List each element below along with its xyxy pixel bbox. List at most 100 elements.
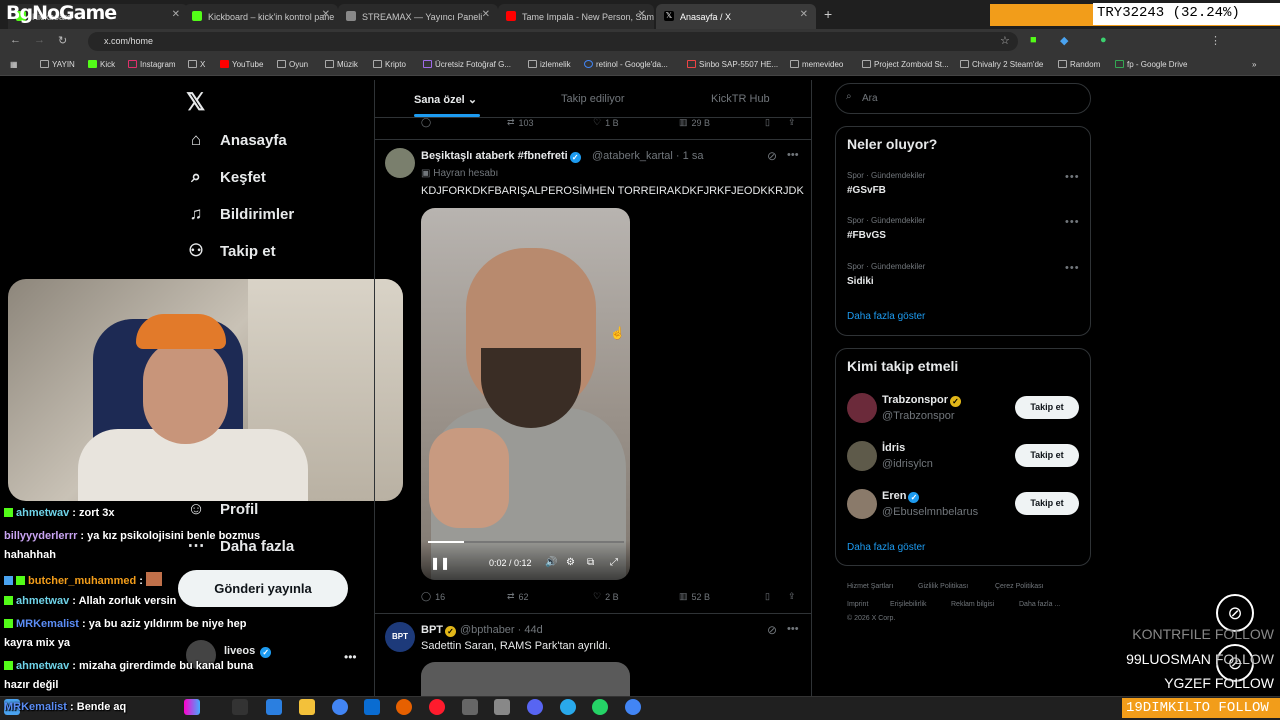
- bookmark-retinol[interactable]: retinol - Google'da...: [584, 60, 668, 69]
- trend-item[interactable]: Sidiki: [847, 276, 874, 287]
- like-button[interactable]: ♡ 2 B: [593, 591, 623, 602]
- footer-link[interactable]: Hizmet Şartları: [847, 583, 893, 590]
- bookmark-random[interactable]: Random: [1058, 60, 1100, 69]
- trend-item[interactable]: #GSvFB: [847, 185, 886, 196]
- task-view-icon[interactable]: [232, 699, 248, 715]
- more-icon[interactable]: •••: [787, 623, 799, 635]
- footer-link[interactable]: Gizlilik Politikası: [918, 583, 968, 590]
- footer-link[interactable]: Reklam bilgisi: [951, 601, 994, 608]
- mail-icon[interactable]: [364, 699, 380, 715]
- bookmark-x[interactable]: X: [188, 60, 205, 69]
- tab-for-you[interactable]: Sana özel ⌄: [414, 93, 477, 106]
- footer-link[interactable]: Erişilebilirlik: [890, 601, 927, 608]
- bookmark-yayin[interactable]: YAYIN: [40, 60, 75, 69]
- avatar[interactable]: [847, 441, 877, 471]
- footer-link[interactable]: Imprint: [847, 601, 868, 608]
- more-icon[interactable]: •••: [1065, 171, 1080, 183]
- bookmark-star-icon[interactable]: ☆: [1000, 34, 1010, 47]
- bookmark-icon[interactable]: ▯: [765, 591, 774, 602]
- more-icon[interactable]: •••: [344, 650, 357, 664]
- search-input[interactable]: ⌕ Ara: [835, 83, 1091, 114]
- tab-x-home[interactable]: 𝕏 Anasayfa / X ✕: [656, 4, 816, 29]
- avatar[interactable]: BPT: [385, 622, 415, 652]
- whatsapp-icon[interactable]: [592, 699, 608, 715]
- repost-button[interactable]: ⇄ 62: [507, 591, 533, 602]
- opera-icon[interactable]: [429, 699, 445, 715]
- copilot-icon[interactable]: [184, 699, 200, 715]
- show-more-link[interactable]: Daha fazla göster: [847, 542, 925, 553]
- tweet-handle[interactable]: @ataberk_kartal · 1 sa: [592, 150, 703, 162]
- menu-icon[interactable]: ⋮: [1210, 34, 1221, 47]
- app-icon[interactable]: [462, 699, 478, 715]
- bookmark-youtube[interactable]: YouTube: [220, 60, 263, 69]
- extension-icon[interactable]: ◆: [1060, 34, 1068, 47]
- more-bookmarks-icon[interactable]: »: [1252, 60, 1256, 69]
- bookmark-chivalry[interactable]: Chivalry 2 Steam'de: [960, 60, 1043, 69]
- grok-icon[interactable]: ⊘: [767, 149, 777, 163]
- close-icon[interactable]: ✕: [322, 9, 330, 20]
- avatar[interactable]: [847, 489, 877, 519]
- grok-icon[interactable]: ⊘: [767, 623, 777, 637]
- tab-following[interactable]: Takip ediliyor: [561, 93, 625, 105]
- suggest-name[interactable]: Eren ✓: [882, 490, 920, 503]
- app-icon[interactable]: [266, 699, 282, 715]
- bookmark-izlemelik[interactable]: izlemelik: [528, 60, 571, 69]
- share-icon[interactable]: ⇪: [788, 117, 800, 128]
- footer-link[interactable]: Daha fazla ...: [1019, 601, 1060, 608]
- obs-icon[interactable]: [494, 699, 510, 715]
- nav-notifications[interactable]: ♫ Bildirimler: [186, 204, 295, 224]
- discord-icon[interactable]: [527, 699, 543, 715]
- url-field[interactable]: x.com/home: [88, 32, 1018, 51]
- volume-icon[interactable]: 🔊: [545, 557, 557, 568]
- repost-button[interactable]: ⇄ 103: [507, 117, 538, 128]
- firefox-icon[interactable]: [396, 699, 412, 715]
- back-icon[interactable]: ←: [10, 34, 21, 46]
- bookmark-fotograf[interactable]: Ücretsiz Fotoğraf G...: [423, 60, 511, 69]
- bookmark-oyun[interactable]: Oyun: [277, 60, 308, 69]
- pause-icon[interactable]: ❚❚: [430, 556, 450, 570]
- bookmark-muzik[interactable]: Müzik: [325, 60, 358, 69]
- extension-icon[interactable]: ■: [1030, 34, 1037, 46]
- nav-follow[interactable]: ⚇ Takip et: [186, 241, 275, 261]
- post-button[interactable]: Gönderi yayınla: [178, 570, 348, 607]
- more-icon[interactable]: •••: [787, 149, 799, 161]
- extension-icon[interactable]: ●: [1100, 34, 1107, 46]
- nav-explore[interactable]: ⌕ Keşfet: [186, 167, 266, 187]
- like-button[interactable]: ♡ 1 B: [593, 117, 623, 128]
- bookmark-memevideo[interactable]: memevideo: [790, 60, 843, 69]
- nav-home[interactable]: ⌂ Anasayfa: [186, 130, 287, 150]
- footer-link[interactable]: Çerez Politikası: [995, 583, 1044, 590]
- suggest-name[interactable]: Trabzonspor ✓: [882, 394, 962, 407]
- bookmark-instagram[interactable]: Instagram: [128, 60, 176, 69]
- suggest-name[interactable]: İdris: [882, 442, 905, 454]
- follow-button[interactable]: Takip et: [1015, 444, 1079, 467]
- folder-icon[interactable]: [299, 699, 315, 715]
- views-button[interactable]: ▥ 29 B: [679, 117, 714, 128]
- apps-icon[interactable]: ▦: [10, 60, 18, 69]
- tweet-handle[interactable]: @bpthaber · 44d: [460, 624, 543, 636]
- views-button[interactable]: ▥ 52 B: [679, 591, 714, 602]
- show-more-link[interactable]: Daha fazla göster: [847, 311, 925, 322]
- tweet-author[interactable]: Beşiktaşlı ataberk #fbnefreti ✓: [421, 150, 581, 163]
- new-tab-button[interactable]: +: [824, 6, 832, 22]
- avatar[interactable]: [847, 393, 877, 423]
- more-icon[interactable]: •••: [1065, 216, 1080, 228]
- avatar[interactable]: [385, 148, 415, 178]
- close-icon[interactable]: ✕: [482, 9, 490, 20]
- close-icon[interactable]: ✕: [638, 9, 646, 20]
- reply-button[interactable]: ◯ 16: [421, 591, 449, 602]
- tweet-author[interactable]: BPT ✓: [421, 624, 456, 637]
- follow-button[interactable]: Takip et: [1015, 396, 1079, 419]
- tab-kicktr-hub[interactable]: KickTR Hub: [711, 93, 770, 105]
- settings-icon[interactable]: ⚙: [566, 557, 575, 568]
- tab-kickboard-panel[interactable]: Kickboard – kick'in kontrol pane ✕: [184, 4, 338, 29]
- follow-button[interactable]: Takip et: [1015, 492, 1079, 515]
- bookmark-drive[interactable]: fp - Google Drive: [1115, 60, 1187, 69]
- share-icon[interactable]: ⇪: [788, 591, 800, 602]
- bookmark-zomboid[interactable]: Project Zomboid St...: [862, 60, 949, 69]
- chrome-icon[interactable]: [332, 699, 348, 715]
- forward-icon[interactable]: →: [34, 34, 45, 46]
- bookmark-sinbo[interactable]: Sinbo SAP-5507 HE...: [687, 60, 778, 69]
- close-icon[interactable]: ✕: [800, 9, 808, 20]
- fullscreen-icon[interactable]: ⤢: [610, 557, 618, 568]
